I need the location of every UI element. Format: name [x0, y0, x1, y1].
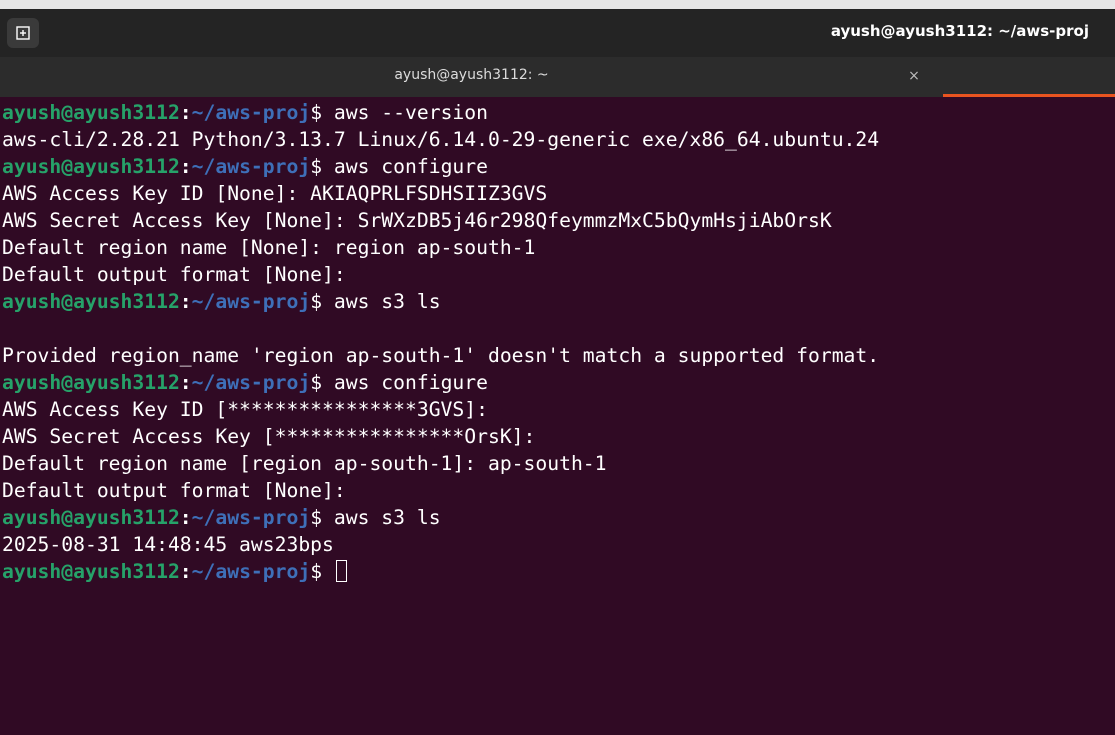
prompt-symbol: $ — [310, 155, 323, 178]
terminal-output-line: AWS Access Key ID [None]: AKIAQPRLFSDHSI… — [2, 182, 548, 205]
terminal-output-line: Default region name [region ap-south-1]:… — [2, 452, 607, 475]
new-tab-button[interactable] — [7, 18, 39, 48]
terminal-output-line: AWS Secret Access Key [****************O… — [2, 425, 536, 448]
command-text: aws --version — [322, 101, 488, 124]
prompt-path: ~/aws-proj — [191, 101, 311, 124]
prompt-colon: : — [179, 101, 192, 124]
terminal-command-line: ayush@ayush3112:~/aws-proj$ — [2, 558, 347, 585]
terminal-output-line: AWS Access Key ID [****************3GVS]… — [2, 398, 488, 421]
prompt-symbol: $ — [310, 560, 323, 583]
close-icon[interactable]: × — [905, 66, 923, 86]
terminal-output-line: aws-cli/2.28.21 Python/3.13.7 Linux/6.14… — [2, 128, 880, 151]
terminal-output-line: 2025-08-31 14:48:45 aws23bps — [2, 533, 334, 556]
prompt-colon: : — [179, 155, 192, 178]
terminal-command-line: ayush@ayush3112:~/aws-proj$ aws --versio… — [2, 99, 488, 126]
prompt-colon: : — [179, 560, 192, 583]
prompt-path: ~/aws-proj — [191, 560, 311, 583]
text-cursor — [335, 560, 347, 582]
prompt-symbol: $ — [310, 371, 323, 394]
terminal-output[interactable]: ayush@ayush3112:~/aws-proj$ aws --versio… — [0, 97, 1115, 735]
terminal-output-line: AWS Secret Access Key [None]: SrWXzDB5j4… — [2, 209, 832, 232]
new-tab-icon — [16, 26, 30, 40]
tab-terminal[interactable]: ayush@ayush3112: ~ × — [0, 57, 943, 97]
prompt-symbol: $ — [310, 290, 323, 313]
terminal-output-line: Provided region_name 'region ap-south-1'… — [2, 344, 880, 367]
prompt-user-host: ayush@ayush3112 — [2, 290, 180, 313]
command-text: aws s3 ls — [322, 290, 441, 313]
command-text: aws configure — [322, 155, 488, 178]
prompt-user-host: ayush@ayush3112 — [2, 506, 180, 529]
command-text — [322, 560, 334, 583]
command-text: aws configure — [322, 371, 488, 394]
prompt-user-host: ayush@ayush3112 — [2, 155, 180, 178]
title-bar: ayush@ayush3112: ~/aws-proj — [0, 9, 1115, 57]
prompt-symbol: $ — [310, 506, 323, 529]
terminal-command-line: ayush@ayush3112:~/aws-proj$ aws s3 ls — [2, 504, 441, 531]
prompt-path: ~/aws-proj — [191, 290, 311, 313]
tab-bar: ayush@ayush3112: ~ × — [0, 57, 1115, 97]
prompt-symbol: $ — [310, 101, 323, 124]
window-title: ayush@ayush3112: ~/aws-proj — [830, 22, 1089, 40]
terminal-command-line: ayush@ayush3112:~/aws-proj$ aws configur… — [2, 369, 488, 396]
tab-label: ayush@ayush3112: ~ — [394, 67, 549, 83]
prompt-user-host: ayush@ayush3112 — [2, 101, 180, 124]
window-top-edge — [0, 0, 1115, 9]
prompt-colon: : — [179, 290, 192, 313]
terminal-command-line: ayush@ayush3112:~/aws-proj$ aws s3 ls — [2, 288, 441, 315]
prompt-user-host: ayush@ayush3112 — [2, 560, 180, 583]
command-text: aws s3 ls — [322, 506, 441, 529]
terminal-command-line: ayush@ayush3112:~/aws-proj$ aws configur… — [2, 153, 488, 180]
prompt-path: ~/aws-proj — [191, 155, 311, 178]
prompt-path: ~/aws-proj — [191, 371, 311, 394]
terminal-output-line: Default output format [None]: — [2, 263, 346, 286]
terminal-output-line: Default region name [None]: region ap-so… — [2, 236, 536, 259]
prompt-colon: : — [179, 371, 192, 394]
prompt-colon: : — [179, 506, 192, 529]
prompt-user-host: ayush@ayush3112 — [2, 371, 180, 394]
terminal-output-line: Default output format [None]: — [2, 479, 346, 502]
prompt-path: ~/aws-proj — [191, 506, 311, 529]
